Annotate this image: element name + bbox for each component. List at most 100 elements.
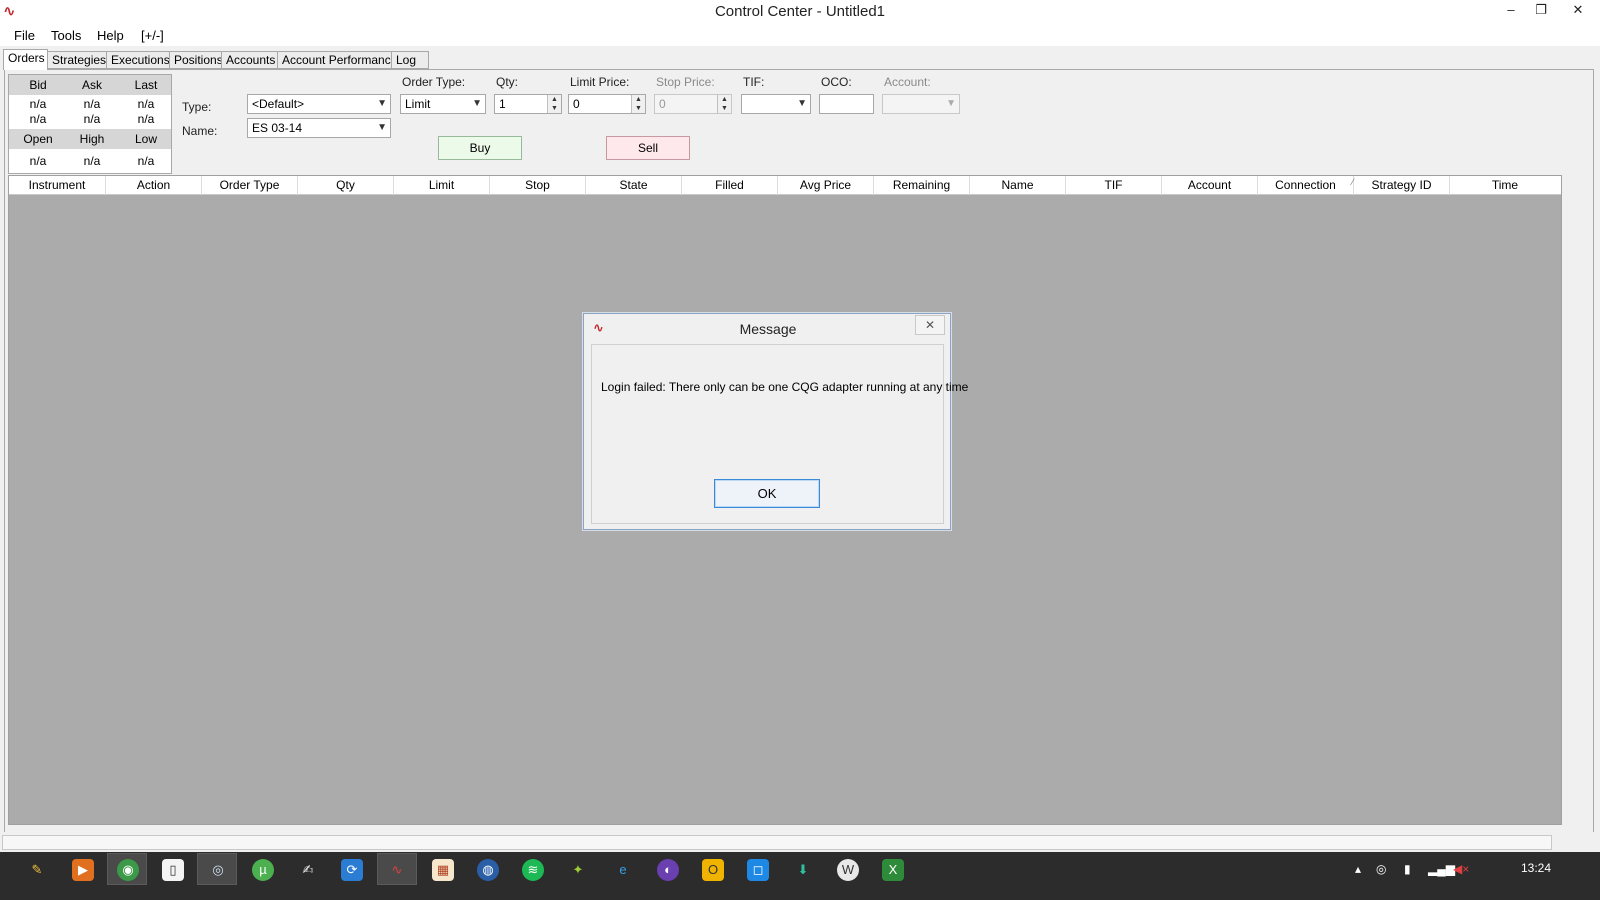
network-signal-icon[interactable]: ▂▄▆: [1428, 862, 1455, 876]
dialog-close-button[interactable]: ✕: [915, 315, 945, 335]
camera-icon[interactable]: ◎: [207, 859, 229, 881]
col-remaining[interactable]: Remaining: [874, 176, 970, 195]
buy-button[interactable]: Buy: [438, 136, 522, 160]
ok-button[interactable]: OK: [714, 479, 820, 508]
low-value: n/a: [137, 154, 155, 168]
high-value: n/a: [83, 154, 101, 168]
menu-tools[interactable]: Tools: [51, 28, 81, 43]
order-type-select[interactable]: Limit ▼: [400, 94, 486, 114]
calendar-icon[interactable]: ▦: [432, 859, 454, 881]
chevron-down-icon: ▼: [377, 98, 387, 109]
tab-account-performance[interactable]: Account Performance: [277, 51, 397, 69]
low-header: Low: [134, 132, 157, 146]
tab-positions[interactable]: Positions: [169, 51, 223, 69]
ask-size: n/a: [83, 112, 101, 126]
spinner-arrows-icon[interactable]: ▲ ▼: [717, 95, 731, 113]
qty-value: 1: [499, 97, 506, 111]
stop-price-value: 0: [659, 97, 666, 111]
tif-select[interactable]: ▼: [741, 94, 811, 114]
chevron-down-icon: ▼: [946, 98, 956, 109]
col-account[interactable]: Account: [1162, 176, 1258, 195]
col-state[interactable]: State: [586, 176, 682, 195]
col-avg-price[interactable]: Avg Price: [778, 176, 874, 195]
tab-executions[interactable]: Executions: [106, 51, 170, 69]
outlook-icon[interactable]: O: [702, 859, 724, 881]
col-stop[interactable]: Stop: [490, 176, 586, 195]
spinner-arrows-icon[interactable]: ▲ ▼: [547, 95, 561, 113]
sync-icon[interactable]: ⟳: [341, 859, 363, 881]
menu-file[interactable]: File: [14, 28, 35, 43]
ask-header: Ask: [81, 78, 102, 92]
close-window-button[interactable]: ✕: [1556, 0, 1600, 22]
tray-camera-icon[interactable]: ◎: [1376, 862, 1386, 876]
tab-orders[interactable]: Orders: [3, 49, 48, 70]
account-select[interactable]: ▼: [882, 94, 960, 114]
name-label: Name:: [182, 124, 218, 138]
message-dialog: ∿ Message ✕ Login failed: There only can…: [583, 313, 968, 530]
internet-explorer-icon[interactable]: e: [612, 859, 634, 881]
title-bar: ∿ Control Center - Untitled1 – ❐ ✕: [0, 0, 1600, 24]
col-instrument[interactable]: Instrument: [9, 176, 106, 195]
dialog-body: Login failed: There only can be one CQG …: [591, 344, 968, 524]
tif-label: TIF:: [743, 75, 765, 89]
col-connection[interactable]: Connection: [1258, 176, 1354, 195]
tab-strategies[interactable]: Strategies: [47, 51, 107, 69]
notepad-icon[interactable]: ▯: [162, 859, 184, 881]
open-header: Open: [23, 132, 53, 146]
maximize-button[interactable]: ❐: [1526, 0, 1556, 22]
instrument-name-select[interactable]: ES 03-14 ▼: [247, 118, 391, 138]
type-select[interactable]: <Default> ▼: [247, 94, 391, 114]
limit-price-label: Limit Price:: [570, 75, 630, 89]
tray-overflow-icon[interactable]: ▴: [1355, 862, 1361, 876]
high-header: High: [79, 132, 105, 146]
stop-price-stepper[interactable]: 0 ▲ ▼: [654, 94, 732, 114]
status-bar-panel: [2, 835, 1552, 850]
ask-value: n/a: [83, 97, 101, 111]
tools-icon[interactable]: ✎: [26, 859, 48, 881]
col-filled[interactable]: Filled: [682, 176, 778, 195]
tab-log[interactable]: Log: [391, 51, 429, 69]
clock[interactable]: 13:24: [1521, 861, 1551, 875]
menu-toggle-panel[interactable]: [+/-]: [141, 28, 164, 43]
volume-muted-icon[interactable]: ◀×: [1453, 862, 1469, 876]
chevron-down-icon: ▼: [797, 98, 807, 109]
last-value: n/a: [137, 97, 155, 111]
download-icon[interactable]: ⬇: [792, 859, 814, 881]
media-player-icon[interactable]: ▶: [72, 859, 94, 881]
wordpress-icon[interactable]: W: [837, 859, 859, 881]
col-strategy-id[interactable]: Strategy ID: [1354, 176, 1450, 195]
excel-icon[interactable]: X: [882, 859, 904, 881]
torrent-icon[interactable]: µ: [252, 859, 274, 881]
chart-app-icon[interactable]: ✦: [567, 859, 589, 881]
status-bar: [0, 832, 1600, 852]
oco-label: OCO:: [821, 75, 852, 89]
draw-icon[interactable]: ✍: [297, 859, 319, 881]
minimize-button[interactable]: –: [1496, 0, 1526, 22]
window-title: Control Center - Untitled1: [714, 3, 886, 20]
col-action[interactable]: Action: [106, 176, 202, 195]
col-qty[interactable]: Qty: [298, 176, 394, 195]
dialog-title: Message: [739, 321, 797, 337]
col-name[interactable]: Name: [970, 176, 1066, 195]
tab-accounts[interactable]: Accounts: [221, 51, 278, 69]
menu-help[interactable]: Help: [97, 28, 124, 43]
globe-icon[interactable]: ◍: [477, 859, 499, 881]
account-label: Account:: [884, 75, 931, 89]
qty-stepper[interactable]: 1 ▲ ▼: [494, 94, 562, 114]
col-order-type[interactable]: Order Type: [202, 176, 298, 195]
limit-price-stepper[interactable]: 0 ▲ ▼: [568, 94, 646, 114]
menu-bar: File Tools Help [+/-]: [0, 24, 1600, 46]
browser-icon[interactable]: ◐: [657, 859, 679, 881]
col-time[interactable]: Time: [1450, 176, 1560, 195]
trading-app-icon[interactable]: ∿: [386, 859, 408, 881]
sell-button[interactable]: Sell: [606, 136, 690, 160]
col-limit[interactable]: Limit: [394, 176, 490, 195]
oco-input[interactable]: [819, 94, 874, 114]
col-tif[interactable]: TIF: [1066, 176, 1162, 195]
bid-value: n/a: [29, 97, 47, 111]
spotify-icon[interactable]: ≋: [522, 859, 544, 881]
battery-icon[interactable]: ▮: [1404, 862, 1411, 876]
spinner-arrows-icon[interactable]: ▲ ▼: [631, 95, 645, 113]
messenger-icon[interactable]: ◻: [747, 859, 769, 881]
chrome-icon[interactable]: ◉: [117, 859, 139, 881]
